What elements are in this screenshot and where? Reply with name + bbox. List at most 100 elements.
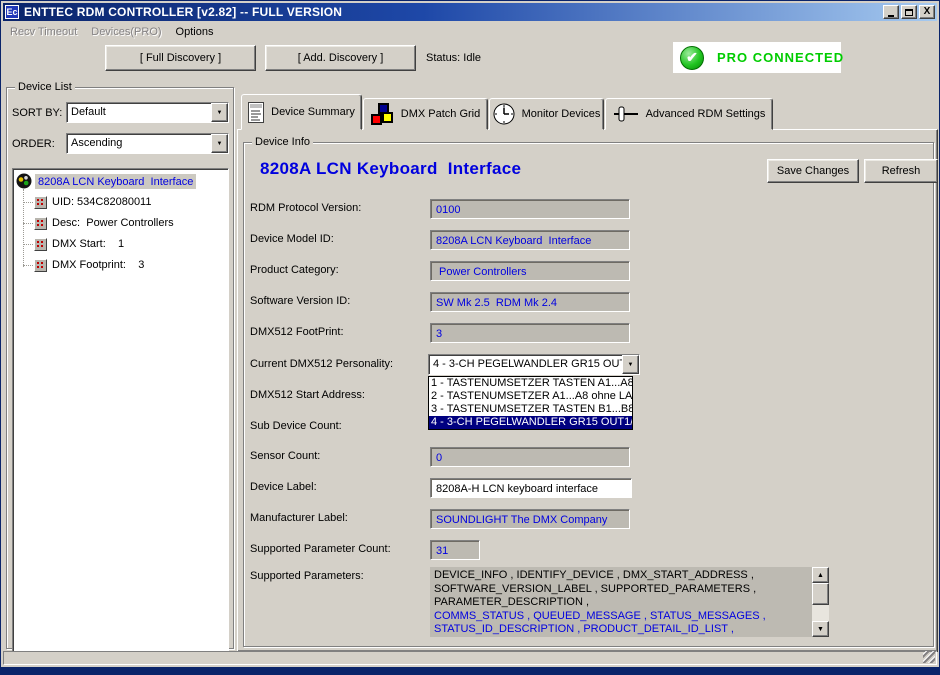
resize-grip[interactable] (923, 651, 935, 663)
manufacturer-label-label: Manufacturer Label: (250, 512, 348, 524)
tab-advanced-rdm-settings[interactable]: Advanced RDM Settings (605, 98, 773, 130)
menu-recv-timeout: Recv Timeout (3, 24, 84, 40)
param-line: COMMS_STATUS , QUEUED_MESSAGE , STATUS_M… (434, 610, 808, 624)
device-list-group-title: Device List (15, 82, 75, 93)
order-combobox[interactable]: Ascending ▼ (66, 133, 229, 154)
fader-icon (613, 106, 639, 122)
order-value: Ascending (67, 134, 211, 153)
tree-root-node[interactable]: 8208A LCN Keyboard Interface (16, 172, 196, 190)
tree-connector (23, 244, 33, 245)
manufacturer-label-field: SOUNDLIGHT The DMX Company (430, 509, 630, 529)
tree-item-desc[interactable]: Desc: Power Controllers (34, 214, 174, 232)
product-category-label: Product Category: (250, 264, 339, 276)
sort-by-combobox[interactable]: Default ▼ (66, 102, 229, 123)
supported-parameters-box[interactable]: DEVICE_INFO , IDENTIFY_DEVICE , DMX_STAR… (430, 567, 812, 637)
tree-connector (23, 223, 33, 224)
tree-connector (23, 265, 33, 266)
menu-options[interactable]: Options (169, 24, 221, 40)
tree-item-dmx-start[interactable]: DMX Start: 1 (34, 235, 124, 253)
app-window: Ec ENTTEC RDM CONTROLLER [v2.82] -- FULL… (0, 0, 940, 668)
pro-connected-badge: ✔ PRO CONNECTED (673, 42, 841, 73)
param-line: SOFTWARE_VERSION_LABEL , SUPPORTED_PARAM… (434, 583, 808, 597)
personality-value: 4 - 3-CH PEGELWANDLER GR15 OUT1/2/ (429, 355, 622, 374)
check-icon: ✔ (680, 46, 704, 70)
device-info-group: Device Info 8208A LCN Keyboard Interface… (243, 142, 934, 647)
supported-parameter-count-field: 31 (430, 540, 480, 560)
tree-item-label: DMX Footprint: 3 (52, 259, 144, 271)
rdm-protocol-version-field: 0100 (430, 199, 630, 219)
rdm-protocol-version-label: RDM Protocol Version: (250, 202, 361, 214)
save-changes-button[interactable]: Save Changes (767, 159, 859, 183)
device-tree[interactable]: 8208A LCN Keyboard Interface UID: 534C82… (12, 168, 229, 652)
device-heading: 8208A LCN Keyboard Interface (260, 159, 521, 179)
tab-label: Monitor Devices (522, 108, 601, 120)
scroll-down-icon[interactable]: ▼ (812, 621, 829, 637)
clock-icon (493, 103, 515, 125)
sort-by-value: Default (67, 103, 211, 122)
personality-option[interactable]: 1 - TASTENUMSETZER TASTEN A1...A8 (429, 377, 632, 390)
device-model-id-label: Device Model ID: (250, 233, 334, 245)
chevron-down-icon[interactable]: ▼ (211, 103, 228, 122)
param-line: PARAMETER_DESCRIPTION , (434, 596, 808, 610)
sensor-count-label: Sensor Count: (250, 450, 320, 462)
tab-label: Device Summary (271, 106, 355, 118)
tree-item-dmx-footprint[interactable]: DMX Footprint: 3 (34, 256, 144, 274)
refresh-button[interactable]: Refresh (864, 159, 938, 183)
personality-combobox[interactable]: 4 - 3-CH PEGELWANDLER GR15 OUT1/2/ ▼ (428, 354, 640, 375)
title-bar[interactable]: Ec ENTTEC RDM CONTROLLER [v2.82] -- FULL… (3, 3, 937, 21)
product-category-field: Power Controllers (430, 261, 630, 281)
app-icon: Ec (5, 5, 19, 19)
tab-dmx-patch-grid[interactable]: DMX Patch Grid (363, 98, 488, 130)
minimize-icon (888, 15, 894, 17)
window-controls: X (881, 5, 935, 19)
scrollbar-thumb[interactable] (812, 583, 829, 605)
maximize-button[interactable] (901, 5, 917, 19)
minimize-button[interactable] (883, 5, 899, 19)
param-line: STATUS_ID_DESCRIPTION , PRODUCT_DETAIL_I… (434, 623, 808, 637)
tab-monitor-devices[interactable]: Monitor Devices (489, 98, 604, 130)
device-label-label: Device Label: (250, 481, 317, 493)
pro-connected-label: PRO CONNECTED (717, 50, 844, 65)
window-title: ENTTEC RDM CONTROLLER [v2.82] -- FULL VE… (24, 5, 342, 19)
patch-grid-icon (371, 103, 394, 126)
chevron-down-icon[interactable]: ▼ (211, 134, 228, 153)
chip-icon (34, 196, 47, 209)
add-discovery-button[interactable]: [ Add. Discovery ] (265, 45, 416, 71)
sensor-count-field: 0 (430, 447, 630, 467)
chevron-down-icon[interactable]: ▼ (622, 355, 639, 374)
device-info-group-title: Device Info (252, 137, 313, 148)
supported-parameters-label: Supported Parameters: (250, 570, 364, 582)
personality-option-selected[interactable]: 4 - 3-CH PEGELWANDLER GR15 OUT1/2/ (429, 416, 632, 429)
personality-option[interactable]: 2 - TASTENUMSETZER A1...A8 ohne LA (429, 390, 632, 403)
device-icon (16, 173, 32, 189)
menu-devices-pro: Devices(PRO) (84, 24, 168, 40)
tree-connector (23, 189, 24, 267)
scroll-up-icon[interactable]: ▲ (812, 567, 829, 583)
params-scrollbar[interactable]: ▲ ▼ (812, 567, 829, 637)
param-line: DEVICE_INFO , IDENTIFY_DEVICE , DMX_STAR… (434, 569, 808, 583)
dmx512-footprint-field: 3 (430, 323, 630, 343)
tab-device-summary[interactable]: Device Summary (241, 94, 362, 130)
order-label: ORDER: (12, 138, 55, 150)
device-label-field[interactable]: 8208A-H LCN keyboard interface (430, 478, 632, 498)
dmx512-start-address-label: DMX512 Start Address: (250, 389, 365, 401)
tree-item-uid[interactable]: UID: 534C82080011 (34, 193, 151, 211)
chip-icon (34, 217, 47, 230)
personality-option[interactable]: 3 - TASTENUMSETZER TASTEN B1...B8 (429, 403, 632, 416)
sort-by-label: SORT BY: (12, 107, 62, 119)
full-discovery-button[interactable]: [ Full Discovery ] (105, 45, 256, 71)
device-model-id-field: 8208A LCN Keyboard Interface (430, 230, 630, 250)
supported-parameter-count-label: Supported Parameter Count: (250, 543, 391, 555)
menu-bar: Recv Timeout Devices(PRO) Options (3, 22, 937, 41)
dmx512-footprint-label: DMX512 FootPrint: (250, 326, 344, 338)
tab-label: DMX Patch Grid (401, 108, 480, 120)
document-icon (248, 102, 264, 123)
close-icon: X (924, 7, 931, 17)
sub-device-count-label: Sub Device Count: (250, 420, 342, 432)
tree-item-label: Desc: Power Controllers (52, 217, 174, 229)
tab-label: Advanced RDM Settings (646, 108, 766, 120)
close-button[interactable]: X (919, 5, 935, 19)
tree-item-label: DMX Start: 1 (52, 238, 124, 250)
maximize-icon (905, 9, 913, 16)
personality-dropdown-list: 1 - TASTENUMSETZER TASTEN A1...A8 2 - TA… (428, 376, 633, 430)
